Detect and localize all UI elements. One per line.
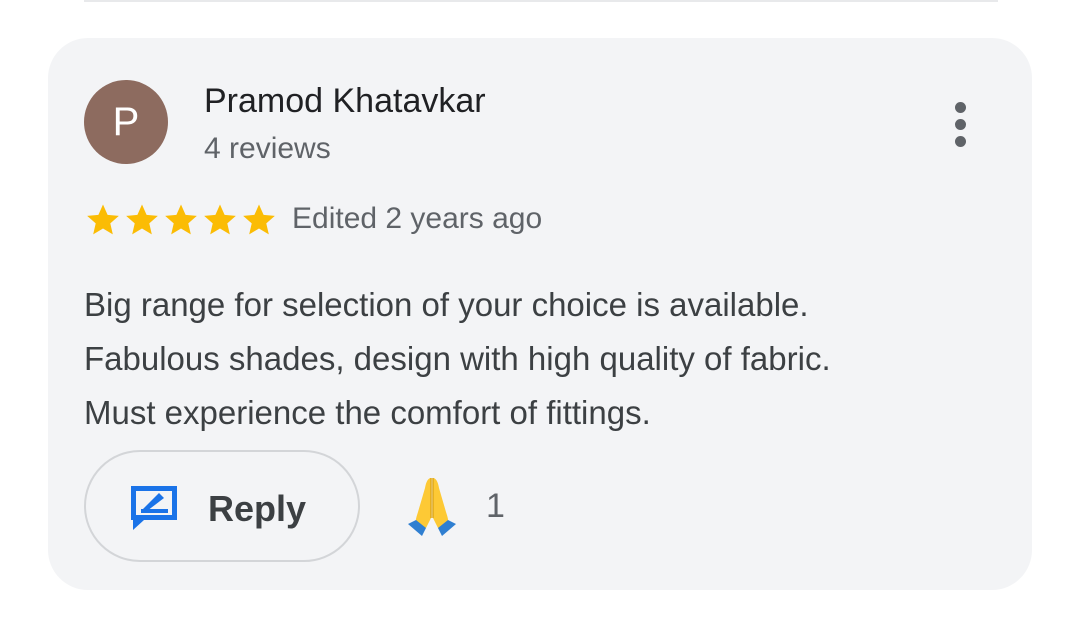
avatar[interactable]: P: [84, 80, 168, 164]
more-vert-icon-dot: [954, 118, 966, 130]
avatar-initial: P: [112, 99, 140, 144]
pray-icon: [408, 478, 456, 536]
reply-button[interactable]: Reply: [84, 450, 360, 562]
review-card: P Pramod Khatavkar 4 reviews Edited 2 ye…: [48, 38, 1032, 590]
star-icon: [165, 204, 197, 235]
star-rating: [84, 200, 278, 240]
reaction-count: 1: [486, 486, 505, 525]
more-options-button[interactable]: [938, 94, 982, 154]
top-divider: [84, 0, 998, 2]
star-icon: [87, 204, 119, 235]
reply-comment-icon: [131, 486, 177, 530]
reply-label: Reply: [208, 488, 307, 529]
more-vert-icon: [954, 101, 966, 113]
more-vert-icon-dot: [954, 135, 966, 147]
author-review-count: 4 reviews: [204, 132, 331, 165]
review-text: Big range for selection of your choice i…: [84, 278, 984, 440]
review-text-line: Big range for selection of your choice i…: [84, 286, 809, 323]
review-text-line: Must experience the comfort of fittings.: [84, 394, 651, 431]
star-icon: [126, 204, 158, 235]
star-icon: [243, 204, 275, 235]
edited-timestamp: Edited 2 years ago: [292, 202, 543, 235]
star-icon: [204, 204, 236, 235]
author-name[interactable]: Pramod Khatavkar: [204, 82, 486, 121]
reaction-button[interactable]: 1: [404, 474, 505, 538]
review-text-line: Fabulous shades, design with high qualit…: [84, 340, 831, 377]
